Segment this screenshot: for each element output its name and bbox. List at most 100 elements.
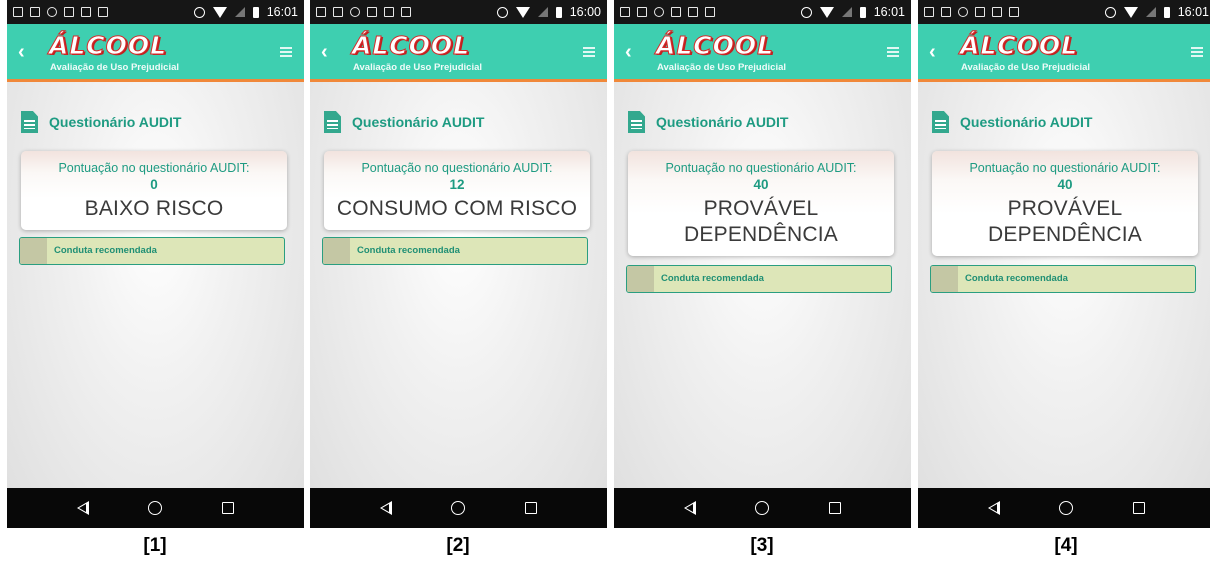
conduta-icon [323,238,350,264]
app-subtitle: Avaliação de Uso Prejudicial [353,62,483,73]
back-button[interactable]: ‹ [321,41,339,63]
nav-back-icon[interactable] [379,501,392,515]
app-logo: ÁLCOOL [351,31,471,60]
section-header: Questionário AUDIT [628,109,789,135]
alarm-icon [800,6,812,18]
sync-icon [654,7,664,17]
facebook-icon [992,7,1002,17]
back-button[interactable]: ‹ [929,41,947,63]
status-bar: 16:01 [614,0,911,24]
alarm-icon [496,6,508,18]
facebook-icon [81,7,91,17]
phone-screen-4: 16:01 ‹ ÁLCOOL Avaliação de Uso Prejudic… [918,0,1210,528]
screenshot-icon [924,7,934,17]
section-title: Questionário AUDIT [49,114,182,130]
conduta-recomendada-button[interactable]: Conduta recomendada [322,237,588,265]
app-bar: ‹ ÁLCOOL Avaliação de Uso Prejudicial [7,24,304,82]
clock: 16:01 [873,5,905,19]
document-icon [324,111,341,133]
phone-icon [333,7,343,17]
conduta-recomendada-button[interactable]: Conduta recomendada [930,265,1196,293]
nav-back-icon[interactable] [683,501,696,515]
app-subtitle: Avaliação de Uso Prejudicial [50,62,180,73]
clock: 16:00 [569,5,601,19]
alarm-icon [193,6,205,18]
score-label: Pontuação no questionário AUDIT: [361,161,553,175]
battery-icon [859,6,866,18]
battery-icon [252,6,259,18]
document-icon [932,111,949,133]
nav-home-icon[interactable] [1059,501,1074,515]
app-subtitle: Avaliação de Uso Prejudicial [657,62,787,73]
score-card: Pontuação no questionário AUDIT: 40 PROV… [628,151,894,256]
notification-icons [13,7,108,17]
app-logo: ÁLCOOL [959,31,1079,60]
play-store-icon [401,7,411,17]
score-value: 40 [753,177,769,192]
document-icon [628,111,645,133]
score-card: Pontuação no questionário AUDIT: 12 CONS… [324,151,590,230]
signal-icon [234,7,245,17]
app-bar: ‹ ÁLCOOL Avaliação de Uso Prejudicial [614,24,911,82]
document-icon [21,111,38,133]
phone-icon [941,7,951,17]
back-button[interactable]: ‹ [18,41,36,63]
score-value: 40 [1057,177,1073,192]
signal-icon [537,7,548,17]
score-value: 12 [449,177,465,192]
signal-icon [841,7,852,17]
gmail-icon [367,7,377,17]
nav-recent-icon[interactable] [1133,502,1146,514]
nav-recent-icon[interactable] [525,502,538,514]
app-logo: ÁLCOOL [48,31,168,60]
menu-button[interactable] [583,47,595,57]
nav-home-icon[interactable] [451,501,466,515]
section-header: Questionário AUDIT [324,109,485,135]
nav-home-icon[interactable] [148,501,163,515]
status-bar: 16:01 [918,0,1210,24]
back-button[interactable]: ‹ [625,41,643,63]
navigation-bar [310,488,607,528]
battery-icon [1163,6,1170,18]
notification-icons [924,7,1019,17]
screenshot-icon [316,7,326,17]
app-bar: ‹ ÁLCOOL Avaliação de Uso Prejudicial [918,24,1210,82]
notification-icons [620,7,715,17]
nav-back-icon[interactable] [76,501,89,515]
score-card: Pontuação no questionário AUDIT: 40 PROV… [932,151,1198,256]
panel-caption-3: [3] [750,535,774,556]
navigation-bar [7,488,304,528]
status-bar: 16:00 [310,0,607,24]
battery-icon [555,6,562,18]
conduta-recomendada-button[interactable]: Conduta recomendada [626,265,892,293]
screenshot-icon [13,7,23,17]
wifi-icon [819,6,834,18]
menu-button[interactable] [280,47,292,57]
app-logo: ÁLCOOL [655,31,775,60]
notification-icons [316,7,411,17]
gmail-icon [64,7,74,17]
menu-button[interactable] [887,47,899,57]
gmail-icon [671,7,681,17]
score-value: 0 [150,177,158,192]
phone-screen-3: 16:01 ‹ ÁLCOOL Avaliação de Uso Prejudic… [614,0,911,528]
section-title: Questionário AUDIT [352,114,485,130]
sync-icon [47,7,57,17]
menu-button[interactable] [1191,47,1203,57]
sync-icon [350,7,360,17]
conduta-recomendada-button[interactable]: Conduta recomendada [19,237,285,265]
score-label: Pontuação no questionário AUDIT: [58,161,250,175]
conduta-label: Conduta recomendada [661,273,764,284]
play-store-icon [1009,7,1019,17]
conduta-icon [931,266,958,292]
section-title: Questionário AUDIT [960,114,1093,130]
conduta-icon [20,238,47,264]
nav-back-icon[interactable] [987,501,1000,515]
facebook-icon [384,7,394,17]
nav-recent-icon[interactable] [829,502,842,514]
risk-level-line-2: DEPENDÊNCIA [684,223,838,246]
nav-recent-icon[interactable] [222,502,235,514]
risk-level-line-2: DEPENDÊNCIA [988,223,1142,246]
play-store-icon [705,7,715,17]
nav-home-icon[interactable] [755,501,770,515]
